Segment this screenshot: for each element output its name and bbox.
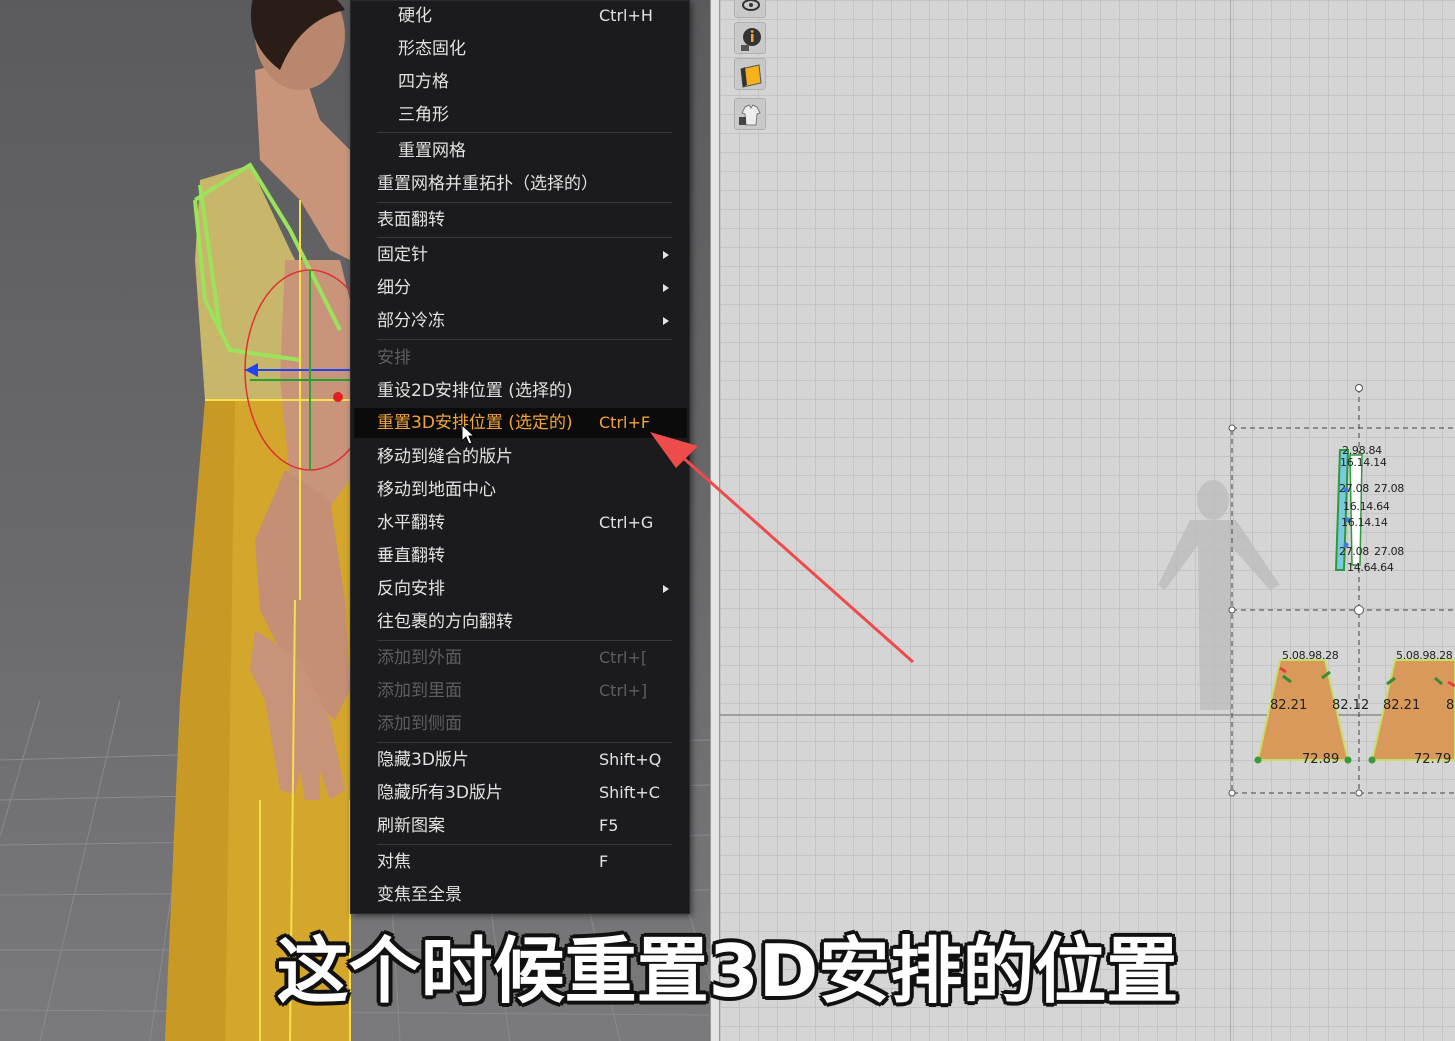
menu-item-move-to-floor-center[interactable]: 移动到地面中心: [354, 475, 687, 505]
avatar-silhouette: [1158, 480, 1280, 710]
menu-item-pin[interactable]: 固定针: [354, 240, 687, 270]
menu-item-hide-3d-pieces[interactable]: 隐藏3D版片 Shift+Q: [354, 745, 687, 775]
menu-item-subdivide[interactable]: 细分: [354, 273, 687, 303]
menu-item-reset-3d-arrangement[interactable]: 重置3D安排位置 (选定的) Ctrl+F: [354, 408, 687, 438]
submenu-arrow-icon: [663, 317, 669, 325]
menu-item-add-to-side: 添加到侧面: [377, 714, 462, 734]
menu-separator: [377, 237, 672, 238]
measure-label: 27.08: [1374, 482, 1404, 495]
menu-item-move-to-sewn[interactable]: 移动到缝合的版片: [354, 442, 687, 472]
menu-item-shape-solidify[interactable]: 形态固化: [354, 34, 687, 64]
menu-item-add-to-outside: 添加到外面 Ctrl+[: [377, 648, 648, 668]
measure-label: 82.12: [1332, 698, 1370, 713]
menu-item-reset-2d-arrangement[interactable]: 重设2D安排位置 (选择的): [354, 376, 687, 406]
view-splitter[interactable]: [710, 0, 720, 1041]
measure-label: 14.64.64: [1347, 561, 1394, 574]
menu-item-add-to-inside: 添加到里面 Ctrl+]: [377, 681, 648, 701]
measure-label: 27.08: [1374, 545, 1404, 558]
measure-label: 82.21: [1270, 698, 1308, 713]
measure-label: 16.14.14: [1341, 516, 1388, 529]
submenu-arrow-icon: [663, 284, 669, 292]
menu-item-flip-wrap-direction[interactable]: 往包裹的方向翻转: [354, 607, 687, 637]
menu-separator: [377, 742, 672, 743]
context-menu: 硬化 Ctrl+H 形态固化 四方格 三角形 重置网格 重置网格并重拓扑（选择的）…: [350, 0, 690, 914]
video-subtitle: 这个时候重置3D安排的位置: [276, 929, 1179, 1013]
measure-label: 82.21: [1383, 698, 1421, 713]
measure-label: 27.08: [1339, 545, 1369, 558]
menu-item-reset-mesh-retopo[interactable]: 重置网格并重拓扑（选择的）: [354, 169, 687, 199]
menu-item-zoom-to-fit[interactable]: 变焦至全景: [354, 880, 687, 910]
menu-separator: [377, 339, 672, 340]
measure-label: 72.89: [1302, 752, 1340, 767]
menu-separator: [377, 844, 672, 845]
measure-label: 16.14.14: [1340, 456, 1387, 469]
submenu-arrow-icon: [663, 251, 669, 259]
menu-section-arrange: 安排: [377, 348, 411, 368]
measure-label: 16.14.64: [1343, 500, 1390, 513]
menu-separator: [377, 132, 672, 133]
menu-item-reset-mesh[interactable]: 重置网格: [354, 136, 687, 166]
menu-item-flip-surface[interactable]: 表面翻转: [354, 205, 687, 235]
menu-item-focus[interactable]: 对焦 F: [354, 847, 687, 877]
menu-item-quad[interactable]: 四方格: [354, 67, 687, 97]
menu-item-triangle[interactable]: 三角形: [354, 100, 687, 130]
menu-item-reverse-arrangement[interactable]: 反向安排: [354, 574, 687, 604]
menu-separator: [377, 640, 672, 641]
measure-label: 8: [1446, 698, 1455, 713]
menu-item-refresh-pattern[interactable]: 刷新图案 F5: [354, 811, 687, 841]
measure-label: 5.08.98.28: [1396, 649, 1453, 662]
mouse-cursor-icon: [461, 424, 476, 445]
menu-item-flip-vertical[interactable]: 垂直翻转: [354, 541, 687, 571]
measure-label: 5.08.98.28: [1282, 649, 1339, 662]
submenu-arrow-icon: [663, 585, 669, 593]
menu-separator: [377, 202, 672, 203]
menu-item-harden[interactable]: 硬化 Ctrl+H: [354, 1, 687, 31]
menu-item-flip-horizontal[interactable]: 水平翻转 Ctrl+G: [354, 508, 687, 538]
2d-pattern-window[interactable]: 2.98.84 16.14.14 27.08 27.08 16.14.64 16…: [720, 0, 1455, 1041]
menu-item-partial-freeze[interactable]: 部分冷冻: [354, 306, 687, 336]
measure-label: 27.08: [1339, 482, 1369, 495]
menu-item-hide-all-3d-pieces[interactable]: 隐藏所有3D版片 Shift+C: [354, 778, 687, 808]
measure-label: 72.79: [1414, 752, 1452, 767]
